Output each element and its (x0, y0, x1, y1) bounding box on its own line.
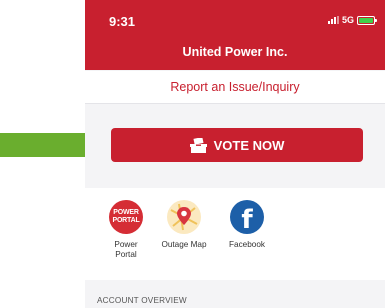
battery-icon (357, 15, 377, 25)
quick-links: POWER PORTAL Power Portal Outage Map f F… (85, 188, 385, 280)
account-overview-heading: ACCOUNT OVERVIEW (97, 296, 187, 305)
facebook-label: Facebook (229, 240, 265, 249)
status-indicators: 5G (327, 15, 377, 25)
power-portal-logo-line2: PORTAL (112, 217, 140, 224)
power-portal-logo-line1: POWER (113, 209, 139, 216)
ballot-box-icon (189, 137, 207, 153)
signal-icon (327, 16, 339, 24)
phone-screen: 9:31 5G United Power Inc. Report an Issu… (85, 0, 385, 308)
outage-map-link[interactable]: Outage Map (152, 200, 216, 250)
outage-map-icon (167, 200, 201, 234)
app-header: 9:31 5G United Power Inc. (85, 0, 385, 70)
status-time: 9:31 (109, 14, 136, 29)
app-title: United Power Inc. (182, 45, 288, 59)
outage-map-label: Outage Map (161, 240, 207, 249)
vote-now-button[interactable]: VOTE NOW (111, 128, 363, 162)
network-label: 5G (341, 15, 354, 25)
facebook-icon: f (230, 200, 264, 234)
power-portal-icon: POWER PORTAL (109, 200, 143, 234)
power-portal-link[interactable]: POWER PORTAL Power Portal (94, 200, 158, 261)
facebook-link[interactable]: f Facebook (215, 200, 279, 250)
report-issue-link[interactable]: Report an Issue/Inquiry (85, 71, 385, 104)
power-portal-label-line2: Portal (115, 250, 137, 260)
vote-now-label: VOTE NOW (213, 137, 285, 153)
power-portal-label-line1: Power (114, 240, 138, 249)
